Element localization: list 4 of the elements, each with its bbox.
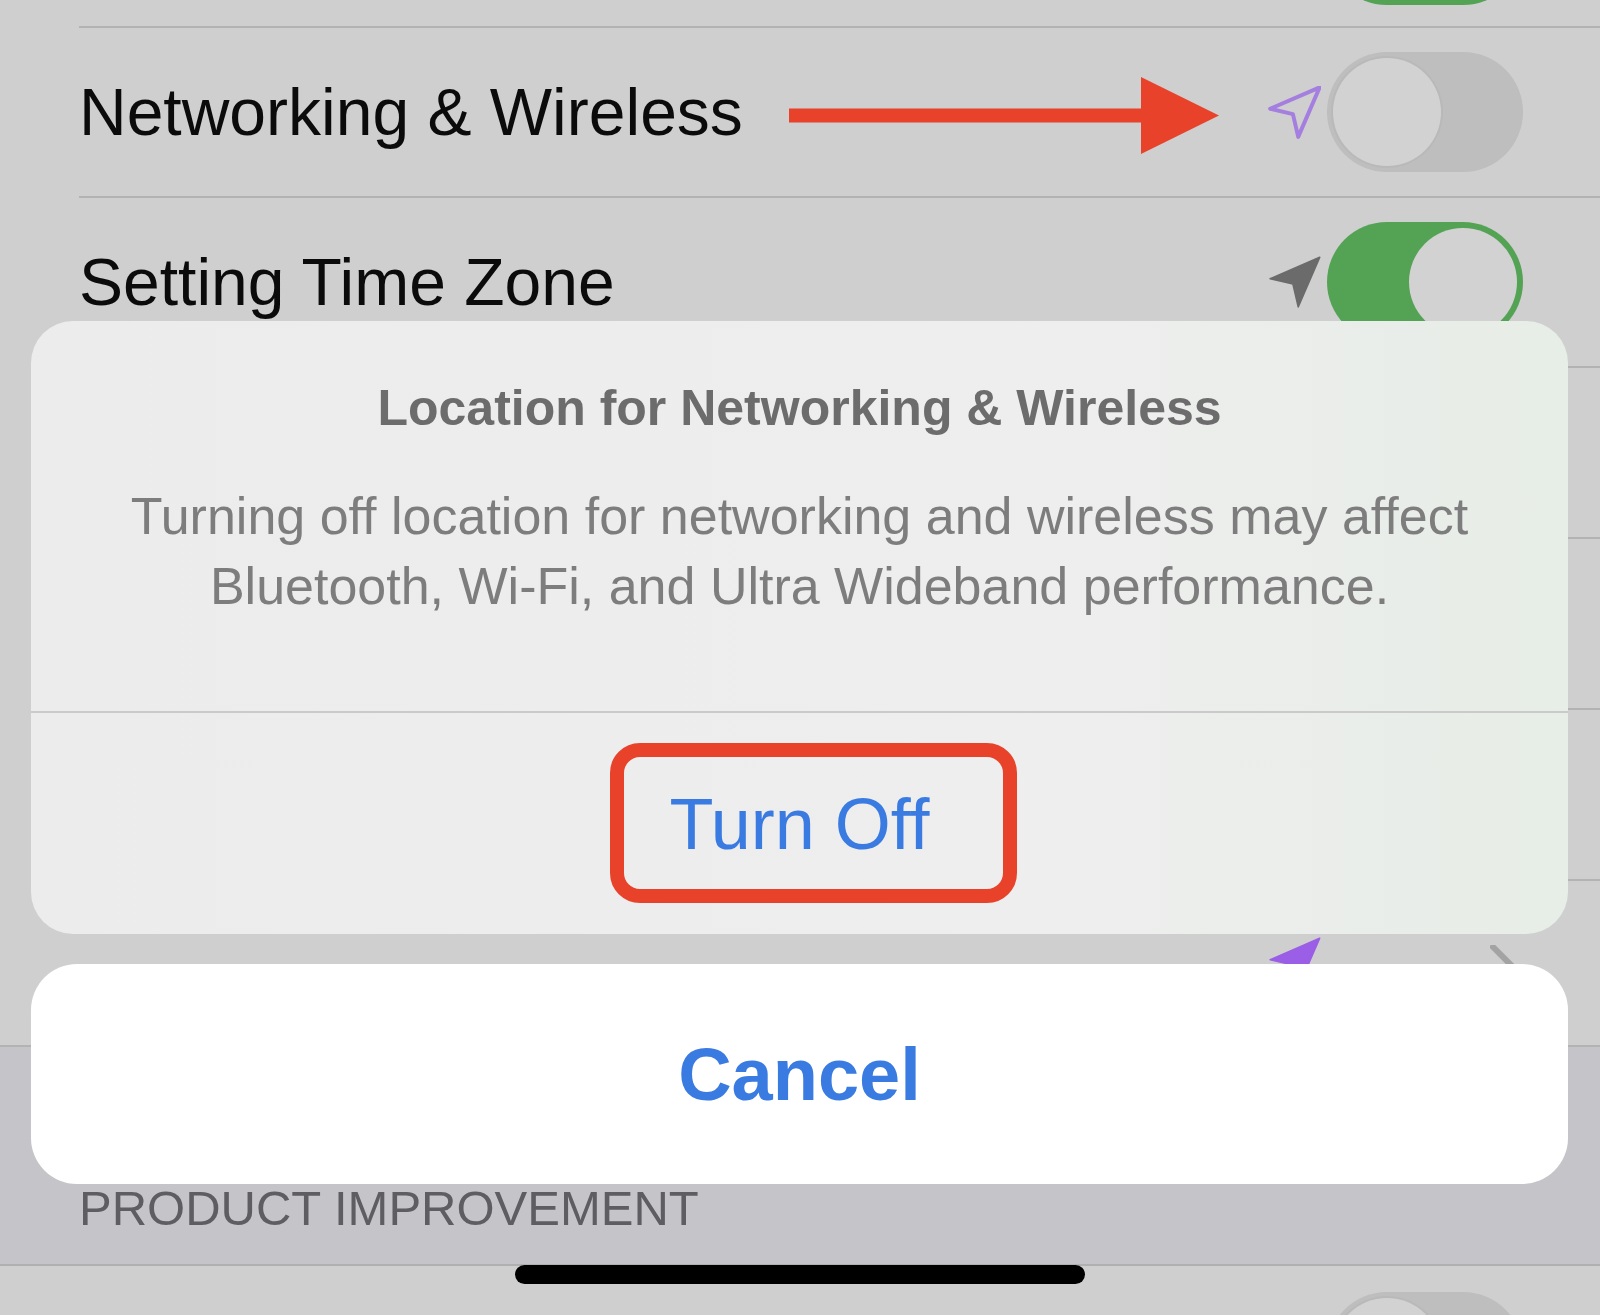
alert-title: Location for Networking & Wireless — [376, 379, 1223, 437]
cancel-button[interactable]: Cancel — [31, 964, 1568, 1184]
action-button[interactable]: Turn Off — [31, 713, 1568, 934]
alert-message: Turning off location for networking and wireless may affect Bluetooth, Wi-Fi, and Ultra Wideband performance. — [129, 486, 1470, 617]
